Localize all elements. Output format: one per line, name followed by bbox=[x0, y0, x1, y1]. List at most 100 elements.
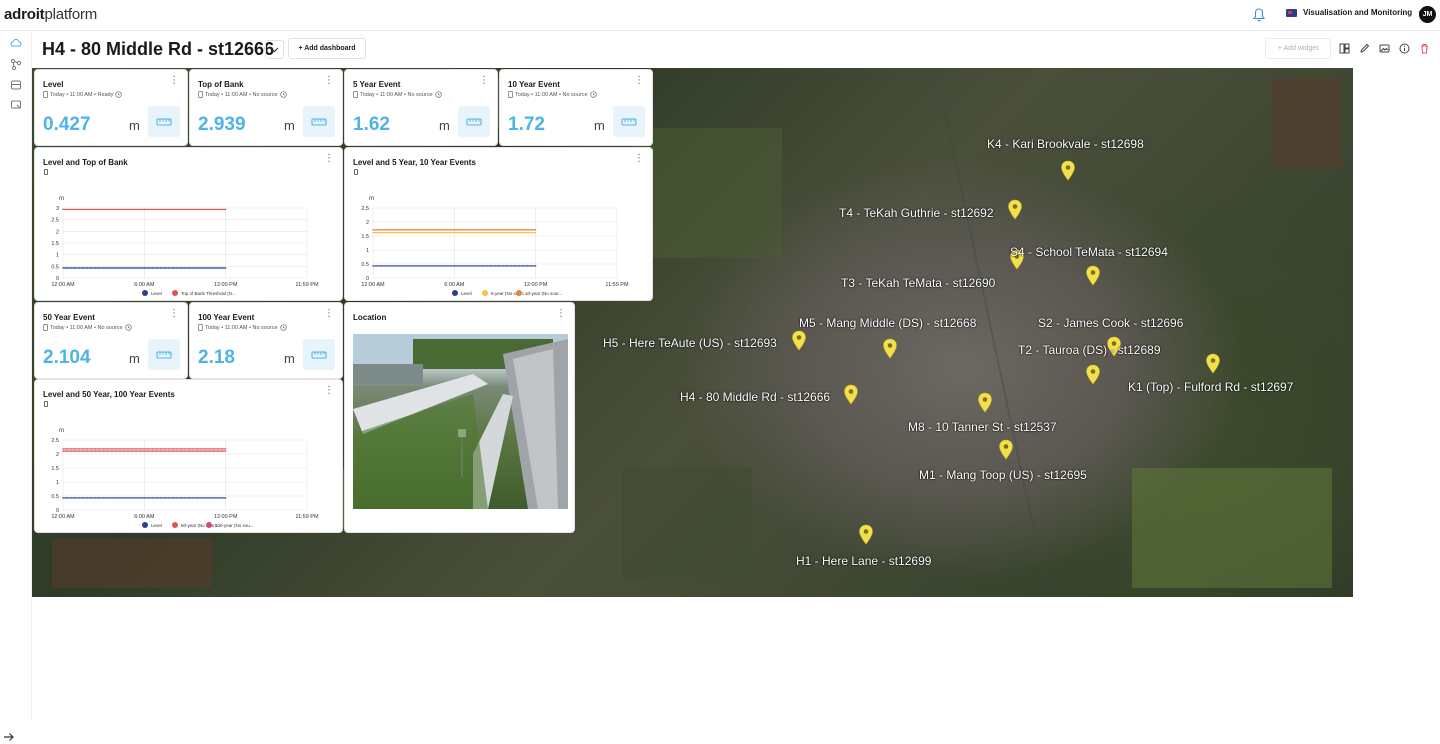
info-button[interactable] bbox=[1394, 38, 1414, 59]
y-tick-label: 2 bbox=[366, 220, 369, 226]
map-marker-label[interactable]: H4 - 80 Middle Rd - st12666 bbox=[680, 390, 830, 404]
series-point bbox=[465, 229, 468, 231]
map-marker-label[interactable]: K4 - Kari Brookvale - st12698 bbox=[987, 137, 1144, 151]
series-point bbox=[184, 448, 186, 450]
series-point bbox=[220, 448, 223, 450]
series-point bbox=[143, 497, 146, 499]
series-point bbox=[102, 448, 105, 450]
metric-title: Level bbox=[43, 80, 64, 89]
series-point bbox=[412, 265, 415, 267]
map-marker-label[interactable]: T2 - Tauroa (DS) - st12689 bbox=[1018, 343, 1161, 357]
map-marker-label[interactable]: S2 - James Cook - st12696 bbox=[1038, 316, 1183, 330]
workspace-selector[interactable]: Visualisation and Monitoring bbox=[1286, 8, 1426, 17]
map-pin-icon[interactable] bbox=[843, 384, 859, 405]
ruler-icon bbox=[303, 339, 335, 370]
expand-sidebar-icon[interactable] bbox=[2, 730, 16, 744]
series-point bbox=[139, 208, 141, 211]
series-point bbox=[200, 267, 202, 269]
map-marker-label[interactable]: S4 - School TeMata - st12694 bbox=[1010, 245, 1168, 259]
map-marker-label[interactable]: H5 - Here TeAute (US) - st12693 bbox=[603, 336, 777, 350]
series-point bbox=[98, 208, 101, 211]
more-menu-icon[interactable]: ⋮ bbox=[479, 76, 489, 86]
x-tick-label: 6:00 AM bbox=[444, 282, 465, 288]
series-point bbox=[143, 267, 146, 269]
map-marker-label[interactable]: T4 - TeKah Guthrie - st12692 bbox=[839, 206, 994, 220]
series-point bbox=[172, 208, 174, 211]
user-avatar[interactable]: JM bbox=[1419, 6, 1436, 23]
map-pin-icon[interactable] bbox=[791, 330, 807, 351]
series-point bbox=[78, 208, 80, 211]
series-point bbox=[131, 448, 133, 450]
map-pin-icon[interactable] bbox=[977, 392, 993, 413]
more-menu-icon[interactable]: ⋮ bbox=[634, 76, 644, 86]
layout-button[interactable] bbox=[1334, 38, 1354, 59]
series-point bbox=[62, 208, 64, 211]
ruler-icon bbox=[613, 106, 645, 137]
dashboard-dropdown-button[interactable] bbox=[265, 40, 284, 59]
clock-icon bbox=[124, 324, 132, 331]
delete-button[interactable] bbox=[1414, 38, 1434, 59]
series-point bbox=[74, 450, 76, 452]
map-pin-icon[interactable] bbox=[998, 439, 1014, 460]
map-marker-label[interactable]: T3 - TeKah TeMata - st12690 bbox=[841, 276, 995, 290]
y-axis-label: m bbox=[59, 428, 64, 434]
map-marker-label[interactable]: H1 - Here Lane - st12699 bbox=[796, 554, 931, 568]
map-pin-icon[interactable] bbox=[1060, 160, 1076, 181]
series-point bbox=[192, 450, 194, 452]
series-point bbox=[151, 450, 154, 452]
series-point bbox=[429, 229, 431, 231]
series-point bbox=[453, 231, 456, 234]
series-point bbox=[530, 231, 533, 234]
y-tick-label: 2.5 bbox=[51, 438, 59, 444]
add-widget-button[interactable]: + Add widget bbox=[1265, 38, 1331, 59]
series-point bbox=[168, 497, 170, 499]
series-point bbox=[224, 208, 227, 211]
series-point bbox=[176, 267, 178, 269]
metric-title: 10 Year Event bbox=[508, 80, 560, 89]
series-point bbox=[196, 208, 198, 211]
series-point bbox=[380, 229, 382, 231]
more-menu-icon[interactable]: ⋮ bbox=[556, 309, 566, 319]
network-icon[interactable] bbox=[10, 58, 22, 70]
image-button[interactable] bbox=[1374, 38, 1394, 59]
metric-card: Level ⋮ Today • 11:00 AM • Ready 0.427 m bbox=[34, 69, 188, 146]
map-pin-icon[interactable] bbox=[1205, 353, 1221, 374]
database-icon[interactable] bbox=[10, 79, 22, 91]
series-point bbox=[482, 229, 484, 231]
bell-icon[interactable] bbox=[1253, 8, 1265, 22]
devices-icon[interactable] bbox=[10, 99, 22, 111]
map-pin-icon[interactable] bbox=[858, 524, 874, 545]
metric-subtitle-text: Today • 11:00 AM • No source bbox=[205, 91, 278, 98]
series-point bbox=[111, 448, 113, 450]
series-point bbox=[163, 267, 166, 269]
map-pin-icon[interactable] bbox=[1085, 265, 1101, 286]
series-point bbox=[90, 450, 93, 452]
more-menu-icon[interactable]: ⋮ bbox=[169, 76, 179, 86]
map-marker-label[interactable]: M8 - 10 Tanner St - st12537 bbox=[908, 420, 1057, 434]
legend-swatch bbox=[172, 522, 178, 528]
more-menu-icon[interactable]: ⋮ bbox=[169, 309, 179, 319]
series-point bbox=[478, 229, 480, 231]
map-marker-label[interactable]: K1 (Top) - Fulford Rd - st12697 bbox=[1128, 380, 1293, 394]
legend-label: 10-year (No sour... bbox=[525, 291, 562, 296]
series-point bbox=[216, 450, 219, 452]
add-dashboard-button[interactable]: + Add dashboard bbox=[288, 38, 366, 59]
map-pin-icon[interactable] bbox=[1085, 364, 1101, 385]
series-point bbox=[208, 208, 211, 211]
more-menu-icon[interactable]: ⋮ bbox=[324, 76, 334, 86]
more-menu-icon[interactable]: ⋮ bbox=[324, 309, 334, 319]
app-logo[interactable]: adroitplatform bbox=[4, 6, 97, 23]
map-marker-label[interactable]: M1 - Mang Toop (US) - st12695 bbox=[919, 468, 1087, 482]
series-point bbox=[445, 231, 447, 234]
edit-button[interactable] bbox=[1354, 38, 1374, 59]
location-photo[interactable] bbox=[353, 334, 568, 509]
metric-value: 1.72 bbox=[508, 114, 545, 135]
series-point bbox=[66, 497, 68, 499]
series-point bbox=[441, 231, 443, 234]
map-pin-icon[interactable] bbox=[882, 338, 898, 359]
y-tick-label: 0.5 bbox=[51, 494, 59, 500]
cloud-icon[interactable] bbox=[10, 37, 22, 49]
series-point bbox=[180, 497, 182, 499]
map-marker-label[interactable]: M5 - Mang Middle (DS) - st12668 bbox=[799, 316, 976, 330]
map-pin-icon[interactable] bbox=[1007, 199, 1023, 220]
